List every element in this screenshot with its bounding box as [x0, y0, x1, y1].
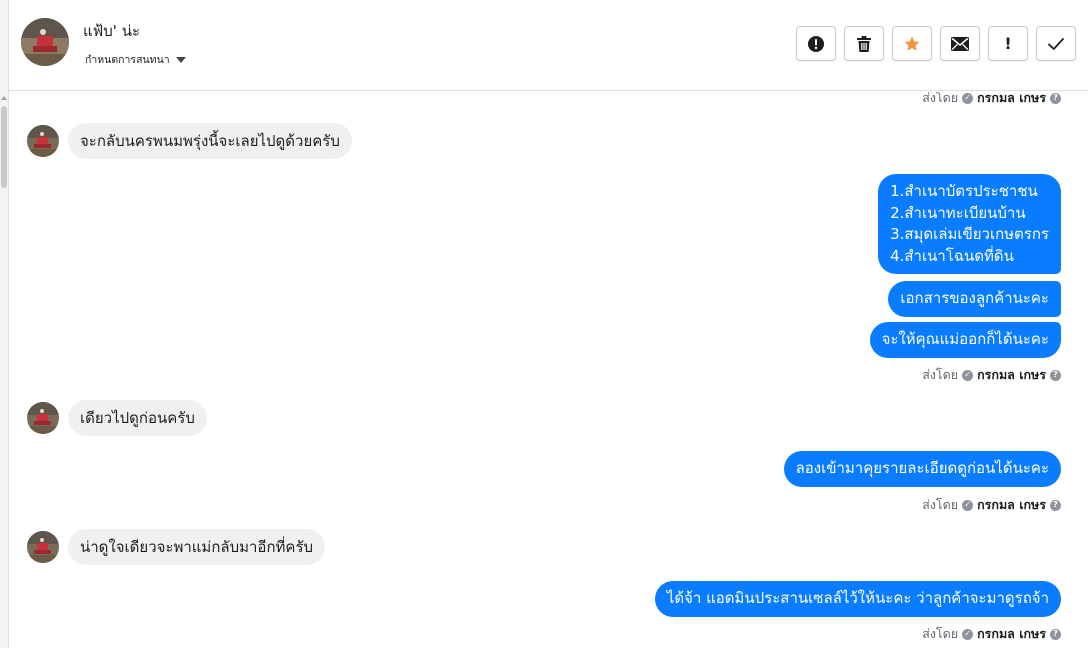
sent-by-agent[interactable]: กรกมล เกษร [977, 495, 1046, 515]
help-icon[interactable]: ? [1050, 92, 1061, 104]
alert-circle-icon [808, 35, 824, 52]
conversation-header: แฟ้บ' น่ะ กำหนดการสนทนา ! [9, 0, 1088, 91]
message-bubble-incoming[interactable]: เดียวไปดูก่อนครับ [68, 400, 207, 436]
check-circle-icon: ✓ [962, 92, 974, 104]
message-bubble-outgoing[interactable]: ลองเข้ามาคุยรายละเอียดดูก่อนได้นะคะ [783, 451, 1061, 487]
message-bubble-incoming[interactable]: น่าดูใจเดียวจะพาแม่กลับมาอีกที่ครับ [68, 529, 326, 565]
message-row-incoming: เดียวไปดูก่อนครับ [27, 400, 207, 436]
check-circle-icon: ✓ [962, 499, 974, 511]
help-icon[interactable]: ? [1050, 369, 1061, 381]
left-scroll-rail[interactable] [0, 0, 9, 648]
mark-unread-button[interactable] [940, 26, 980, 61]
contact-avatar-small [27, 531, 59, 563]
sent-by-note: ส่งโดย ✓ กรกมล เกษร ? [922, 495, 1061, 515]
inbox-conversation-view: แฟ้บ' น่ะ กำหนดการสนทนา ! ส่งโดย ✓ กรกมล… [0, 0, 1088, 648]
sent-by-agent[interactable]: กรกมล เกษร [977, 365, 1046, 385]
report-spam-button[interactable] [796, 26, 836, 61]
message-bubble-outgoing[interactable]: จะให้คุณแม่ออกก็ได้นะคะ [869, 322, 1061, 358]
sent-by-note: ส่งโดย ✓ กรกมล เกษร ? [922, 92, 1061, 108]
sent-by-prefix: ส่งโดย [922, 626, 959, 641]
mark-done-button[interactable] [1036, 26, 1076, 61]
caret-down-icon [175, 56, 186, 63]
follow-up-button[interactable]: ! [988, 26, 1028, 61]
assign-conversation-dropdown[interactable]: กำหนดการสนทนา [85, 51, 186, 68]
sent-by-prefix: ส่งโดย [922, 367, 959, 382]
message-thread[interactable]: ส่งโดย ✓ กรกมล เกษร ? จะกลับนครพนมพรุ่งน… [9, 92, 1088, 648]
checkmark-icon [1048, 37, 1064, 50]
help-icon[interactable]: ? [1050, 499, 1061, 511]
sent-by-prefix: ส่งโดย [922, 92, 959, 105]
check-circle-icon: ✓ [962, 628, 974, 640]
message-bubble-outgoing[interactable]: ได้จ้า แอดมินประสานเซลล์ไว้ให้นะคะ ว่าลู… [654, 581, 1061, 617]
sent-by-note: ส่งโดย ✓ กรกมล เกษร ? [922, 365, 1061, 385]
message-row-incoming: จะกลับนครพนมพรุ่งนี้จะเลยไปดูด้วยครับ [27, 123, 352, 159]
contact-avatar-small [27, 402, 59, 434]
scrollbar-thumb[interactable] [1, 106, 7, 188]
star-button[interactable] [892, 26, 932, 61]
message-bubble-incoming[interactable]: จะกลับนครพนมพรุ่งนี้จะเลยไปดูด้วยครับ [68, 123, 352, 159]
message-line: 2.สำเนาทะเบียนบ้าน [890, 203, 1026, 222]
contact-avatar-small [27, 125, 59, 157]
sent-by-agent[interactable]: กรกมล เกษร [977, 92, 1046, 108]
message-line: 4.สำเนาโฉนดที่ดิน [890, 246, 1014, 265]
envelope-icon [951, 36, 969, 51]
message-row-incoming: น่าดูใจเดียวจะพาแม่กลับมาอีกที่ครับ [27, 529, 326, 565]
contact-avatar[interactable] [21, 18, 69, 66]
trash-icon [857, 35, 871, 52]
scroll-up-arrow-icon[interactable] [1, 96, 7, 100]
message-bubble-outgoing[interactable]: เอกสารของลูกค้านะคะ [888, 281, 1061, 317]
message-bubble-outgoing[interactable]: 1.สำเนาบัตรประชาชน 2.สำเนาทะเบียนบ้าน 3.… [878, 174, 1061, 274]
sent-by-prefix: ส่งโดย [922, 497, 959, 512]
delete-button[interactable] [844, 26, 884, 61]
assign-conversation-label: กำหนดการสนทนา [85, 54, 170, 66]
check-circle-icon: ✓ [962, 369, 974, 381]
help-icon[interactable]: ? [1050, 628, 1061, 640]
sent-by-agent[interactable]: กรกมล เกษร [977, 624, 1046, 644]
contact-name: แฟ้บ' น่ะ [83, 22, 141, 40]
sent-by-note: ส่งโดย ✓ กรกมล เกษร ? [922, 624, 1061, 644]
star-icon [904, 36, 920, 51]
exclamation-icon: ! [1004, 34, 1012, 53]
message-line: 3.สมุดเล่มเขียวเกษตรกร [890, 225, 1049, 243]
message-line: 1.สำเนาบัตรประชาชน [890, 182, 1038, 200]
conversation-actions: ! [796, 26, 1076, 61]
